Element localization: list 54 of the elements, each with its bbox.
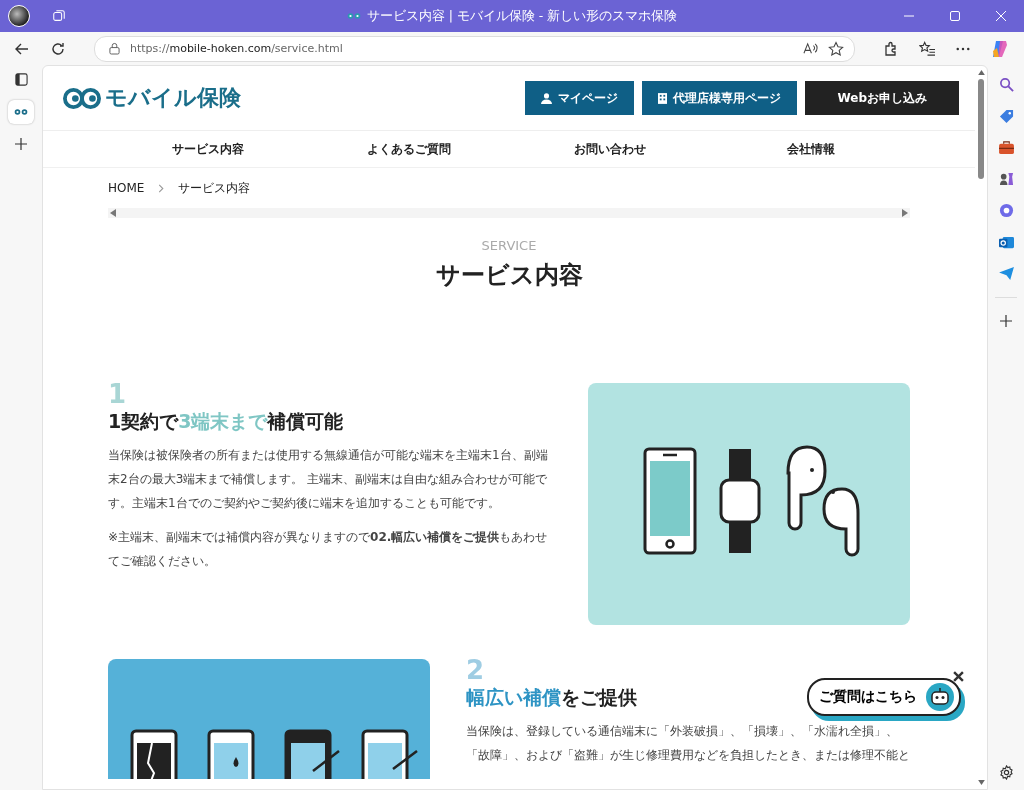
reload-icon[interactable]: [50, 40, 66, 57]
nav-link[interactable]: サービス内容: [107, 140, 308, 158]
paper-plane-icon[interactable]: [998, 267, 1014, 280]
breadcrumb-link[interactable]: HOME: [108, 181, 145, 195]
person-icon: [541, 92, 553, 104]
new-tab-plus-icon[interactable]: [15, 138, 27, 150]
eyes-favicon-icon: [14, 108, 28, 116]
profile-avatar[interactable]: [8, 5, 30, 27]
nav-link[interactable]: よくあるご質問: [308, 140, 509, 158]
building-icon: [658, 92, 668, 104]
body-paragraph: ※主端末、副端末では補償内容が異なりますので02.幅広い補償をご提供もあわせてご確認ください。: [108, 529, 549, 570]
body-paragraph: 当保険は、登録している通信端末に「外装破損」、「損壊」、「水濡れ全損」、「故障」、および「盗難」が生じ修理費用などを負担したとき、または修理不能と: [466, 723, 910, 764]
vertical-tab[interactable]: [8, 100, 34, 124]
lock-icon: [109, 42, 120, 55]
chevron-right-icon: [158, 183, 165, 193]
header-button[interactable]: マイページ: [525, 81, 635, 115]
search-icon[interactable]: [998, 77, 1014, 92]
tag-icon[interactable]: [998, 109, 1014, 124]
favorites-icon[interactable]: [919, 41, 936, 56]
breadcrumb-link[interactable]: サービス内容: [178, 179, 251, 197]
star-icon[interactable]: [828, 40, 844, 57]
faded-number: 2: [466, 659, 485, 681]
section-heading: 1契約で3端末まで補償可能: [108, 409, 344, 434]
nav-link[interactable]: お問い合わせ: [509, 140, 710, 158]
section-eyebrow: SERVICE: [480, 238, 538, 253]
maximize-icon[interactable]: [950, 11, 960, 21]
header-button[interactable]: 代理店様専用ページ: [642, 81, 798, 115]
scroll-up-arrow-icon[interactable]: [977, 70, 985, 75]
site-logo-text[interactable]: モバイル保険: [105, 83, 241, 113]
tab-actions-icon[interactable]: [52, 9, 66, 23]
scroll-down-arrow-icon[interactable]: [977, 780, 985, 785]
eyes-favicon-icon: [346, 12, 361, 20]
robot-icon: [925, 682, 955, 712]
faded-number: 1: [108, 383, 127, 405]
scroll-left-arrow-icon[interactable]: [110, 209, 116, 217]
more-icon[interactable]: [956, 46, 970, 51]
nav-link[interactable]: 会社情報: [710, 140, 911, 158]
scroll-right-arrow-icon[interactable]: [902, 209, 908, 217]
address-field[interactable]: https://mobile-hoken.com/service.html: [94, 35, 855, 62]
add-plus-icon[interactable]: [1000, 315, 1012, 327]
header-button[interactable]: Webお申し込み: [805, 81, 959, 115]
close-icon[interactable]: [953, 671, 964, 682]
sidebar-panel-icon[interactable]: [14, 73, 28, 86]
horizontal-scrollbar[interactable]: [108, 208, 910, 218]
body-paragraph: 当保険は被保険者の所有または使用する無線通信が可能な端末を主端末1台、副端末2台の最大3端末まで補償します。 主端末、副端末は自由な組み合わせが可能です。主端末1台でのご契約やご契約後に端末を追加することも可能です。: [108, 447, 549, 512]
read-aloud-icon[interactable]: [803, 41, 818, 56]
settings-icon[interactable]: [998, 765, 1014, 780]
window-title: サービス内容 | モバイル保険 - 新しい形のスマホ保険: [366, 7, 678, 25]
toolbox-icon[interactable]: [998, 141, 1014, 154]
page-title: サービス内容: [434, 260, 584, 291]
logo-eyes-icon[interactable]: [63, 87, 101, 109]
section-heading: 幅広い補償をご提供: [466, 685, 637, 710]
mail-app-icon[interactable]: [998, 235, 1014, 250]
puzzle-icon[interactable]: [883, 40, 899, 57]
